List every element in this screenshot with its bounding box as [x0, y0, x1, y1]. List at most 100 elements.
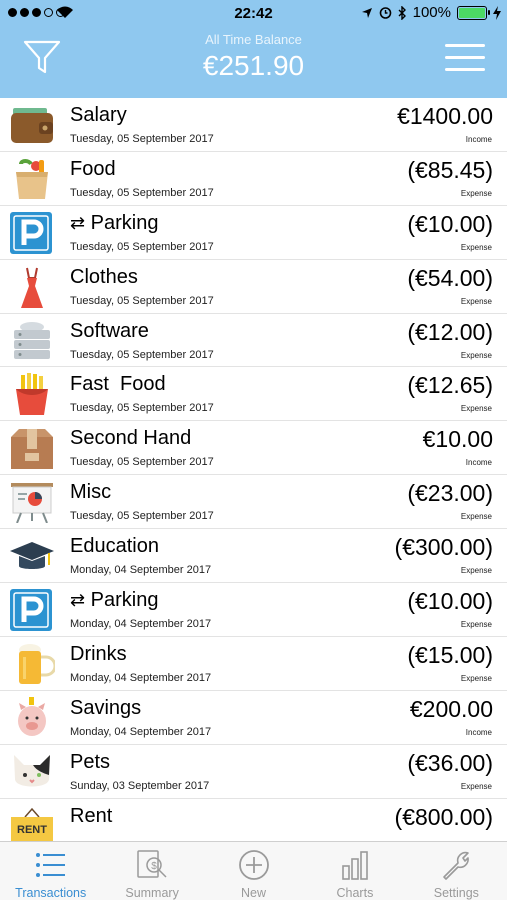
server-icon — [14, 321, 50, 359]
transaction-amount: (€36.00) — [407, 749, 493, 776]
tab-label: Settings — [433, 886, 479, 900]
transaction-type: Expense — [460, 620, 492, 630]
transaction-name: Education — [70, 535, 159, 558]
transaction-date: Tuesday, 05 September 2017 — [70, 348, 214, 361]
transaction-name: ⇄ Parking — [70, 212, 158, 235]
transaction-date: Tuesday, 05 September 2017 — [70, 402, 214, 415]
tab-charts[interactable]: Charts — [304, 842, 405, 900]
transaction-name: Savings — [70, 696, 142, 719]
transaction-name: Clothes — [70, 265, 138, 288]
transaction-name: Food — [70, 157, 116, 180]
transaction-row[interactable]: ⇄ Parking Tuesday, 05 September 2017 (€1… — [0, 206, 507, 260]
transaction-row[interactable]: Food Tuesday, 05 September 2017 (€85.45)… — [0, 152, 507, 206]
bar-chart-icon — [342, 851, 368, 880]
transaction-row[interactable]: Salary Tuesday, 05 September 2017 €1400.… — [0, 98, 507, 152]
transaction-name: Pets — [70, 750, 111, 773]
transaction-date: Monday, 04 September 2017 — [70, 618, 212, 631]
menu-icon[interactable] — [445, 44, 485, 74]
svg-text:$: $ — [151, 861, 157, 872]
beer-icon — [19, 643, 55, 684]
transaction-type: Expense — [460, 781, 492, 791]
transaction-amount: €200.00 — [409, 695, 493, 722]
transaction-row[interactable]: RENT Rent (€800.00) — [0, 799, 507, 841]
transaction-type: Income — [465, 458, 492, 468]
transaction-name: Misc — [70, 481, 112, 504]
transaction-row[interactable]: Second Hand Tuesday, 05 September 2017 €… — [0, 421, 507, 476]
transaction-type: Expense — [460, 566, 492, 576]
transaction-amount: (€12.00) — [407, 318, 493, 345]
transaction-row[interactable]: Fast Food Tuesday, 05 September 2017 (€1… — [0, 367, 507, 422]
tab-new[interactable]: New — [203, 842, 304, 900]
battery-percent: 100% — [412, 4, 451, 21]
tab-label: Charts — [336, 886, 374, 900]
grocery-bag-icon — [16, 158, 48, 199]
transaction-type: Income — [465, 135, 492, 144]
transaction-row[interactable]: Savings Monday, 04 September 2017 €200.0… — [0, 691, 507, 745]
balance-value: €251.90 — [202, 50, 305, 81]
transaction-type: Expense — [460, 350, 492, 360]
transaction-name: Fast Food — [70, 373, 166, 396]
presentation-icon — [11, 483, 53, 524]
transaction-date: Tuesday, 05 September 2017 — [70, 240, 214, 253]
parking-icon — [10, 211, 52, 254]
transaction-date: Monday, 04 September 2017 — [70, 725, 212, 738]
tab-bar: Transactions $ Summary New Charts Settin… — [0, 841, 507, 900]
transaction-amount: (€10.00) — [407, 210, 493, 237]
wallet-icon — [11, 108, 53, 143]
recurring-icon: ⇄ — [70, 212, 86, 233]
transaction-row[interactable]: ⇄ Parking Monday, 04 September 2017 (€10… — [0, 583, 507, 637]
plus-circle-icon — [238, 850, 269, 880]
summary-icon: $ — [137, 850, 167, 878]
transaction-amount: (€23.00) — [407, 480, 493, 507]
transaction-date: Tuesday, 05 September 2017 — [70, 186, 214, 199]
transaction-amount: €10.00 — [422, 426, 493, 453]
transaction-row[interactable]: Drinks Monday, 04 September 2017 (€15.00… — [0, 637, 507, 691]
tab-transactions[interactable]: Transactions — [0, 842, 101, 900]
transaction-name-text: Parking — [90, 211, 159, 234]
balance-label: All Time Balance — [205, 32, 302, 47]
transaction-amount: (€12.65) — [407, 372, 493, 399]
transaction-name: Drinks — [70, 642, 127, 665]
tab-summary[interactable]: $ Summary — [101, 842, 202, 900]
transaction-date: Tuesday, 05 September 2017 — [70, 294, 214, 307]
fries-icon — [16, 373, 48, 416]
transaction-row[interactable]: Education Monday, 04 September 2017 (€30… — [0, 529, 507, 584]
transaction-type: Expense — [460, 673, 492, 683]
wrench-icon — [443, 851, 470, 880]
piggy-bank-icon — [18, 696, 46, 736]
dress-icon — [21, 267, 43, 308]
transaction-amount: (€15.00) — [407, 641, 493, 668]
transaction-amount: €1400.00 — [397, 103, 493, 129]
transaction-list[interactable]: Salary Tuesday, 05 September 2017 €1400.… — [0, 98, 507, 841]
status-bar: 22:42 100% — [0, 0, 507, 28]
bluetooth-icon — [398, 5, 406, 20]
transaction-amount: (€800.00) — [394, 803, 493, 830]
tab-settings[interactable]: Settings — [406, 842, 507, 900]
transaction-type: Income — [465, 727, 492, 737]
transaction-row[interactable]: Pets Sunday, 03 September 2017 (€36.00) … — [0, 745, 507, 799]
tab-label: Transactions — [15, 886, 87, 900]
status-right: 100% — [361, 4, 501, 21]
transaction-row[interactable]: Clothes Tuesday, 05 September 2017 (€54.… — [0, 260, 507, 314]
parking-icon — [10, 589, 52, 632]
transaction-name: Second Hand — [70, 427, 192, 450]
transaction-row[interactable]: Misc Tuesday, 05 September 2017 (€23.00)… — [0, 475, 507, 530]
transaction-date: Tuesday, 05 September 2017 — [70, 133, 214, 145]
transaction-date: Tuesday, 05 September 2017 — [70, 510, 214, 523]
transaction-type: Expense — [460, 296, 492, 306]
location-icon — [361, 7, 372, 18]
transaction-amount: (€10.00) — [407, 588, 493, 615]
transaction-date: Tuesday, 05 September 2017 — [70, 456, 214, 469]
recurring-icon: ⇄ — [70, 590, 86, 611]
cat-icon — [14, 754, 50, 787]
transaction-amount: (€300.00) — [394, 534, 493, 561]
transaction-name: Rent — [70, 804, 113, 827]
list-icon — [35, 853, 65, 877]
transaction-type: Expense — [460, 512, 492, 522]
transaction-row[interactable]: Software Tuesday, 05 September 2017 (€12… — [0, 314, 507, 368]
tab-label: New — [241, 886, 267, 900]
transaction-amount: (€54.00) — [407, 264, 493, 291]
transaction-type: Expense — [460, 242, 492, 252]
graduation-cap-icon — [10, 542, 54, 570]
transaction-name: ⇄ Parking — [70, 589, 158, 612]
